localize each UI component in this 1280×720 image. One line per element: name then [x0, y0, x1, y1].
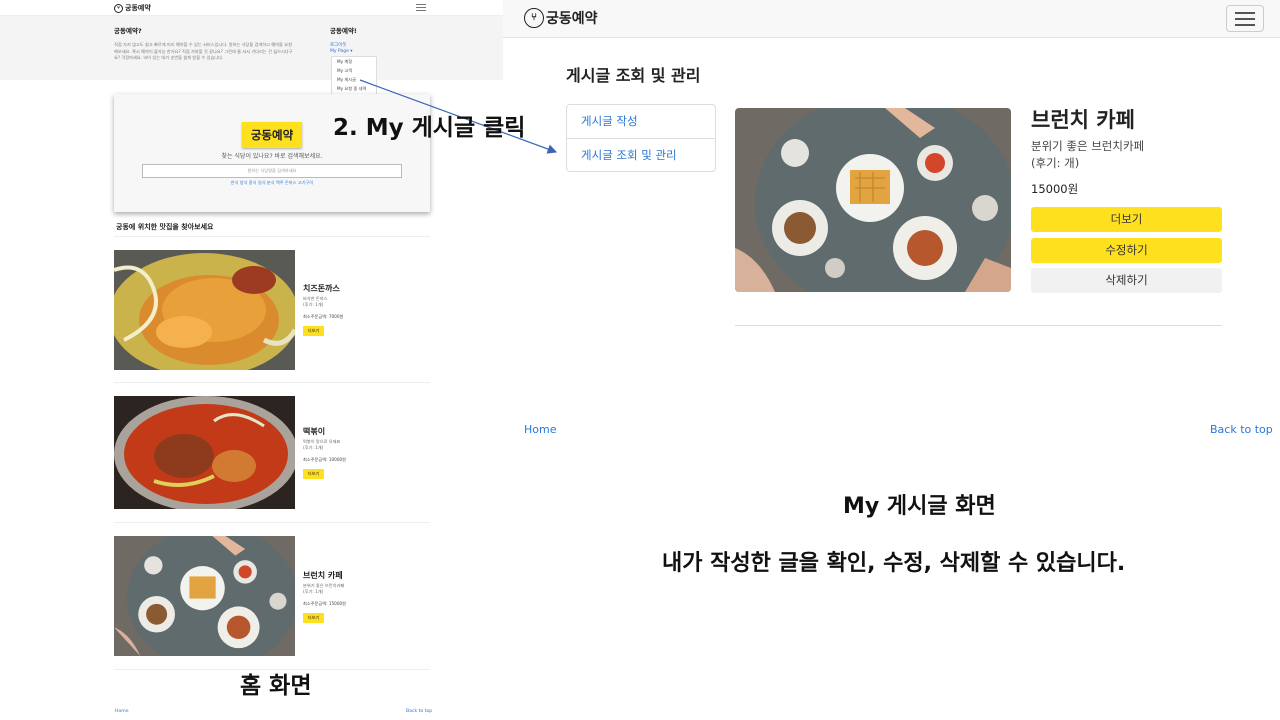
category-links[interactable]: 한식 양식 중식 일식 분식 맥주 돈까스 고기구이 [114, 180, 430, 186]
restaurant-search-input[interactable]: 원하는 식당명을 검색하세요 [142, 164, 402, 178]
home-navbar: ⑂ 궁동예약 [0, 0, 503, 16]
edit-button[interactable]: 수정하기 [1031, 238, 1222, 263]
card-review: (후기: 1개) [303, 302, 324, 307]
card-price: 최소주문금액: 7000원 [303, 314, 344, 319]
more-button[interactable]: 더보기 [1031, 207, 1222, 232]
home-expanded-menu: 궁동예약? 직접 가지 않고도 쉽고 빠르게 미리 예약할 수 있는 서비스입니… [0, 16, 503, 80]
divider [735, 325, 1222, 326]
cheese-tonkatsu-photo [114, 250, 295, 370]
delete-button[interactable]: 삭제하기 [1031, 268, 1222, 293]
mypage-link[interactable]: My Page ▾ [330, 49, 353, 54]
card-title: 브런치 카페 [303, 571, 343, 580]
my-posts-description: 내가 작성한 글을 확인, 수정, 삭제할 수 있습니다. [662, 551, 1126, 576]
post-title: 브런치 카페 [1031, 108, 1135, 132]
tteokbokki-photo [114, 396, 295, 509]
search-prompt: 찾는 식당이 있나요? 바로 검색해보세요. [221, 153, 323, 160]
post-price: 15000원 [1031, 182, 1079, 196]
my-posts-navbar: ⑂ 궁동예약 [503, 0, 1280, 38]
home-link[interactable]: Home [524, 423, 556, 436]
post-review-count: (후기: 개) [1031, 156, 1080, 170]
dropdown-item-my-account[interactable]: My 계정 [332, 57, 376, 66]
brunch-cafe-post-photo [735, 108, 1011, 292]
card-title: 떡볶이 [303, 427, 326, 436]
card-more-button[interactable]: 더보기 [303, 613, 324, 623]
my-posts-caption: My 게시글 화면 [843, 494, 996, 519]
section-title: 궁동에 위치한 맛집을 찾아보세요 [116, 223, 214, 231]
hamburger-menu-icon[interactable] [1226, 5, 1264, 32]
mine-logo-text: 궁동예약 [546, 11, 598, 27]
divider [114, 522, 430, 523]
card-review: (후기: 1개) [303, 589, 324, 594]
restaurant-logo-icon: ⑂ [114, 3, 123, 13]
post-description: 분위기 좋은 브런치카페 [1031, 139, 1145, 153]
home-logo-text: 궁동예약 [125, 4, 151, 12]
mypage-dropdown: My 계정 My 고객 My 게시글 My 요청 중 내역 [331, 56, 377, 96]
my-posts-screen: ⑂ 궁동예약 게시글 조회 및 관리 게시글 작성 게시글 조회 및 관리 브런… [503, 0, 1280, 720]
home-caption: 홈 화면 [240, 673, 312, 699]
divider [114, 382, 430, 383]
brand-button[interactable]: 궁동예약 [242, 122, 302, 148]
dropdown-item-my-requests[interactable]: My 요청 중 내역 [332, 84, 376, 93]
side-item-manage-posts[interactable]: 게시글 조회 및 관리 [567, 138, 715, 171]
logout-link[interactable]: 로그아웃 [330, 42, 347, 48]
mine-logo[interactable]: ⑂ 궁동예약 [524, 8, 598, 28]
divider [114, 236, 430, 237]
home-link[interactable]: Home [115, 709, 129, 714]
back-to-top-link[interactable]: Back to top [1210, 423, 1273, 436]
card-more-button[interactable]: 더보기 [303, 326, 324, 336]
card-title: 치즈돈까스 [303, 284, 340, 293]
tutorial-slide: ⑂ 궁동예약 궁동예약? 직접 가지 않고도 쉽고 빠르게 미리 예약할 수 있… [0, 0, 1280, 720]
dropdown-item-my-posts[interactable]: My 게시글 [332, 75, 376, 84]
card-price: 최소주문금액: 10000원 [303, 457, 347, 462]
about-text: 직접 가지 않고도 쉽고 빠르게 미리 예약할 수 있는 서비스입니다. 원하는… [114, 42, 293, 60]
brunch-cafe-photo [114, 536, 295, 656]
dropdown-item-my-customers[interactable]: My 고객 [332, 66, 376, 75]
back-to-top-link[interactable]: Back to top [406, 709, 432, 714]
page-title: 게시글 조회 및 관리 [566, 66, 701, 85]
side-item-write-post[interactable]: 게시글 작성 [567, 105, 715, 138]
links-heading: 궁동예약! [330, 27, 357, 35]
restaurant-logo-icon: ⑂ [524, 8, 544, 28]
step-annotation: 2. My 게시글 클릭 [333, 115, 526, 141]
about-heading: 궁동예약? [114, 27, 142, 35]
post-side-menu: 게시글 작성 게시글 조회 및 관리 [566, 104, 716, 172]
hamburger-menu-icon[interactable] [416, 4, 426, 12]
home-logo[interactable]: ⑂ 궁동예약 [114, 3, 151, 13]
card-price: 최소주문금액: 15000원 [303, 601, 347, 606]
card-review: (후기: 1개) [303, 445, 324, 450]
card-more-button[interactable]: 더보기 [303, 469, 324, 479]
